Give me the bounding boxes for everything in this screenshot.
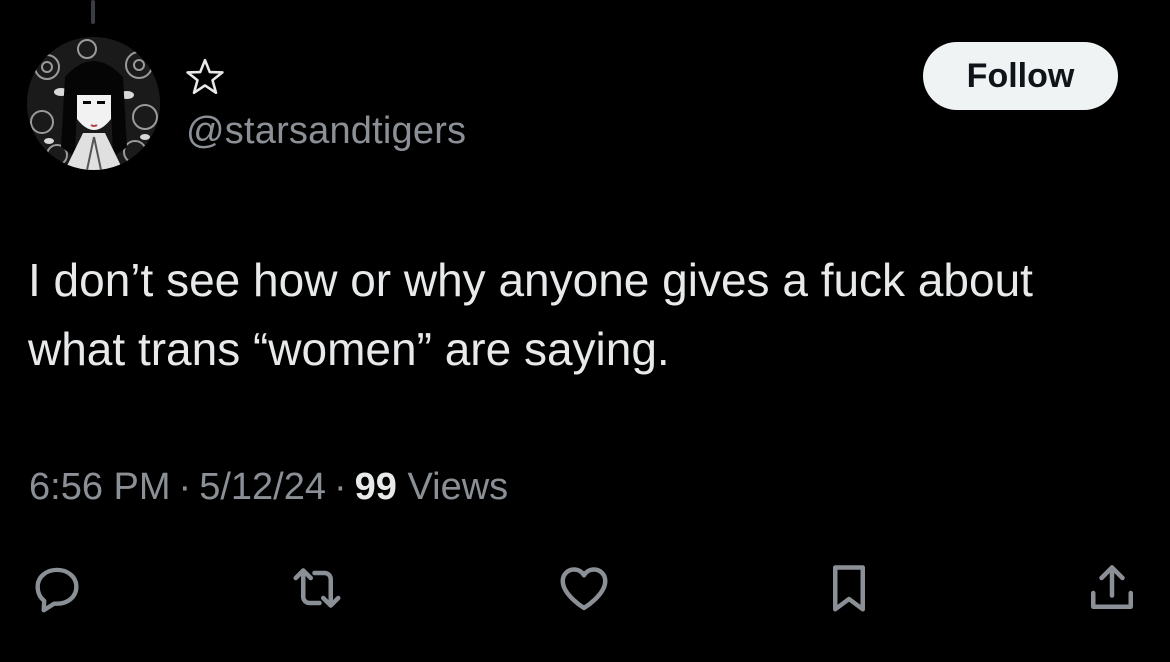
thread-connector-line — [91, 0, 95, 24]
bookmark-icon — [833, 565, 865, 612]
views-label: Views — [407, 466, 509, 508]
tweet-date[interactable]: 5/12/24 — [199, 466, 326, 508]
separator-dot: · — [178, 466, 192, 508]
avatar[interactable] — [27, 37, 160, 170]
follow-button[interactable]: Follow — [923, 42, 1118, 110]
reply-button[interactable] — [27, 558, 87, 618]
bookmark-button[interactable] — [819, 558, 879, 618]
share-button[interactable] — [1082, 558, 1142, 618]
retweet-icon — [293, 568, 341, 608]
like-button[interactable] — [554, 558, 614, 618]
tweet-metadata: 6:56 PM · 5/12/24 · 99 Views — [29, 464, 508, 510]
tweet-text-line: what trans “women” are saying. — [28, 323, 670, 375]
reply-icon — [35, 567, 79, 613]
like-icon — [560, 567, 608, 611]
star-outline-icon — [186, 58, 224, 95]
tweet-text: I don’t see how or why anyone gives a fu… — [28, 246, 1153, 384]
share-icon — [1091, 565, 1133, 609]
avatar-image — [27, 37, 160, 170]
views-count: 99 — [354, 466, 397, 508]
tweet-time[interactable]: 6:56 PM — [29, 466, 171, 508]
retweet-button[interactable] — [287, 558, 347, 618]
tweet-text-line: I don’t see how or why anyone gives a fu… — [28, 254, 1033, 306]
author-handle[interactable]: @starsandtigers — [186, 108, 466, 154]
separator-dot: · — [333, 466, 347, 508]
display-name[interactable] — [183, 52, 227, 102]
